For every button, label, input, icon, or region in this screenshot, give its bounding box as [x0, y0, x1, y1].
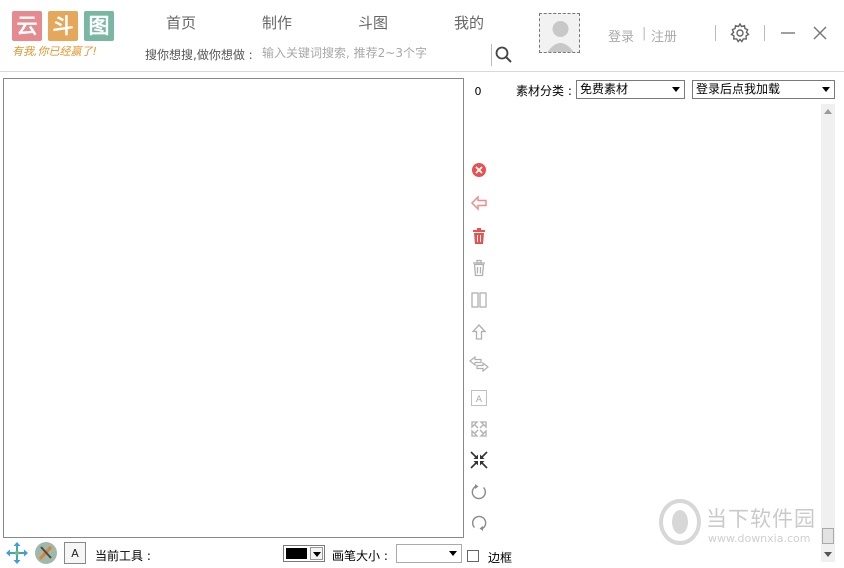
layer-count: 0 [474, 85, 482, 98]
search-divider [491, 44, 492, 66]
delete-element-button[interactable] [469, 160, 489, 180]
header-divider [715, 25, 716, 41]
user-silhouette-icon [547, 21, 574, 52]
undo-button[interactable] [469, 193, 489, 213]
chevron-down-icon [672, 87, 680, 92]
material-category-value: 免费素材 [580, 82, 629, 96]
brush-size-label: 画笔大小 : [332, 549, 388, 563]
text-tool-button[interactable]: A [63, 541, 87, 565]
minimize-button[interactable] [779, 22, 797, 44]
login-link[interactable]: 登录 [608, 26, 634, 45]
watermark-title: 当下软件园 [706, 507, 816, 531]
chevron-down-icon [822, 87, 830, 92]
rotate-left-button[interactable] [469, 513, 489, 533]
tab-mine[interactable]: 我的 [454, 12, 484, 33]
current-tool-label: 当前工具 : [95, 549, 151, 563]
tab-make[interactable]: 制作 [262, 12, 292, 33]
drawing-canvas[interactable] [3, 78, 464, 538]
color-picker[interactable] [283, 545, 325, 562]
watermark: 当下软件园 www.downxia.com [658, 499, 828, 547]
delete-button[interactable] [469, 258, 489, 278]
search-label: 搜你想搜,做你想做 : [145, 48, 253, 62]
material-category-label: 素材分类 : [516, 84, 572, 98]
search-icon [495, 46, 512, 63]
material-category-select[interactable]: 免费素材 [576, 80, 685, 99]
material-scrollbar[interactable] [821, 104, 835, 562]
app-logo: 云 斗 图 有我,你已经赢了! [12, 11, 114, 61]
border-label: 边框 [488, 551, 513, 565]
trash-icon [473, 259, 485, 277]
login-separator: | [642, 26, 647, 41]
search-input[interactable] [262, 42, 490, 64]
chevron-down-icon [310, 547, 323, 560]
watermark-logo-icon [659, 499, 701, 545]
logo-slogan: 有我,你已经赢了! [12, 45, 97, 58]
undo-arrow-icon [470, 195, 487, 211]
tab-doutu[interactable]: 斗图 [358, 12, 388, 33]
scroll-down-arrow[interactable] [824, 552, 832, 557]
brush-size-select[interactable] [396, 544, 462, 563]
scroll-up-arrow[interactable] [824, 109, 832, 114]
minimize-icon [781, 32, 795, 34]
text-box-icon: A [471, 390, 487, 406]
split-icon [471, 292, 487, 308]
gear-icon [730, 22, 750, 43]
clear-all-button[interactable] [469, 226, 489, 246]
swap-icon [469, 355, 489, 373]
rotate-right-button[interactable] [469, 482, 489, 502]
paint-brush-icon [35, 542, 57, 564]
move-tool-button[interactable] [5, 541, 29, 565]
close-icon [813, 26, 827, 40]
text-tool-glyph: A [71, 547, 79, 560]
arrow-up-icon [471, 324, 487, 340]
add-text-button[interactable]: A [469, 388, 489, 408]
logo-char-dou: 斗 [48, 11, 78, 41]
material-load-select[interactable]: 登录后点我加载 [692, 80, 835, 99]
trash-red-icon [473, 228, 485, 244]
avatar[interactable] [539, 13, 580, 53]
svg-text:A: A [476, 395, 483, 405]
tab-home[interactable]: 首页 [166, 12, 196, 33]
settings-button[interactable] [729, 22, 751, 44]
logo-char-tu: 图 [84, 11, 114, 41]
shrink-icon [470, 451, 488, 469]
text-tool-icon: A [64, 542, 86, 564]
logo-char-yun: 云 [12, 11, 42, 41]
close-button[interactable] [813, 25, 827, 40]
expand-button[interactable] [469, 419, 489, 439]
brush-tool-button[interactable] [34, 541, 58, 565]
delete-red-icon [472, 163, 486, 177]
expand-icon [471, 421, 487, 437]
material-list[interactable] [516, 104, 821, 562]
rotate-right-icon [471, 484, 486, 500]
chevron-down-icon [449, 551, 457, 556]
title-bar: 云 斗 图 有我,你已经赢了! 首页 制作 斗图 我的 搜你想搜,做你想做 : … [0, 0, 844, 70]
flip-button[interactable] [469, 354, 489, 374]
search-button[interactable] [494, 45, 514, 65]
border-checkbox[interactable] [467, 550, 479, 562]
rotate-left-icon [472, 515, 487, 531]
material-load-value: 登录后点我加载 [696, 82, 781, 96]
split-button[interactable] [469, 290, 489, 310]
header-divider-line [0, 71, 844, 72]
shrink-button[interactable] [469, 450, 489, 470]
move-up-button[interactable] [469, 322, 489, 342]
move-arrows-icon [6, 542, 28, 564]
watermark-url: www.downxia.com [708, 532, 811, 545]
header-divider [764, 25, 765, 41]
register-link[interactable]: 注册 [651, 26, 677, 45]
color-swatch [286, 548, 307, 559]
